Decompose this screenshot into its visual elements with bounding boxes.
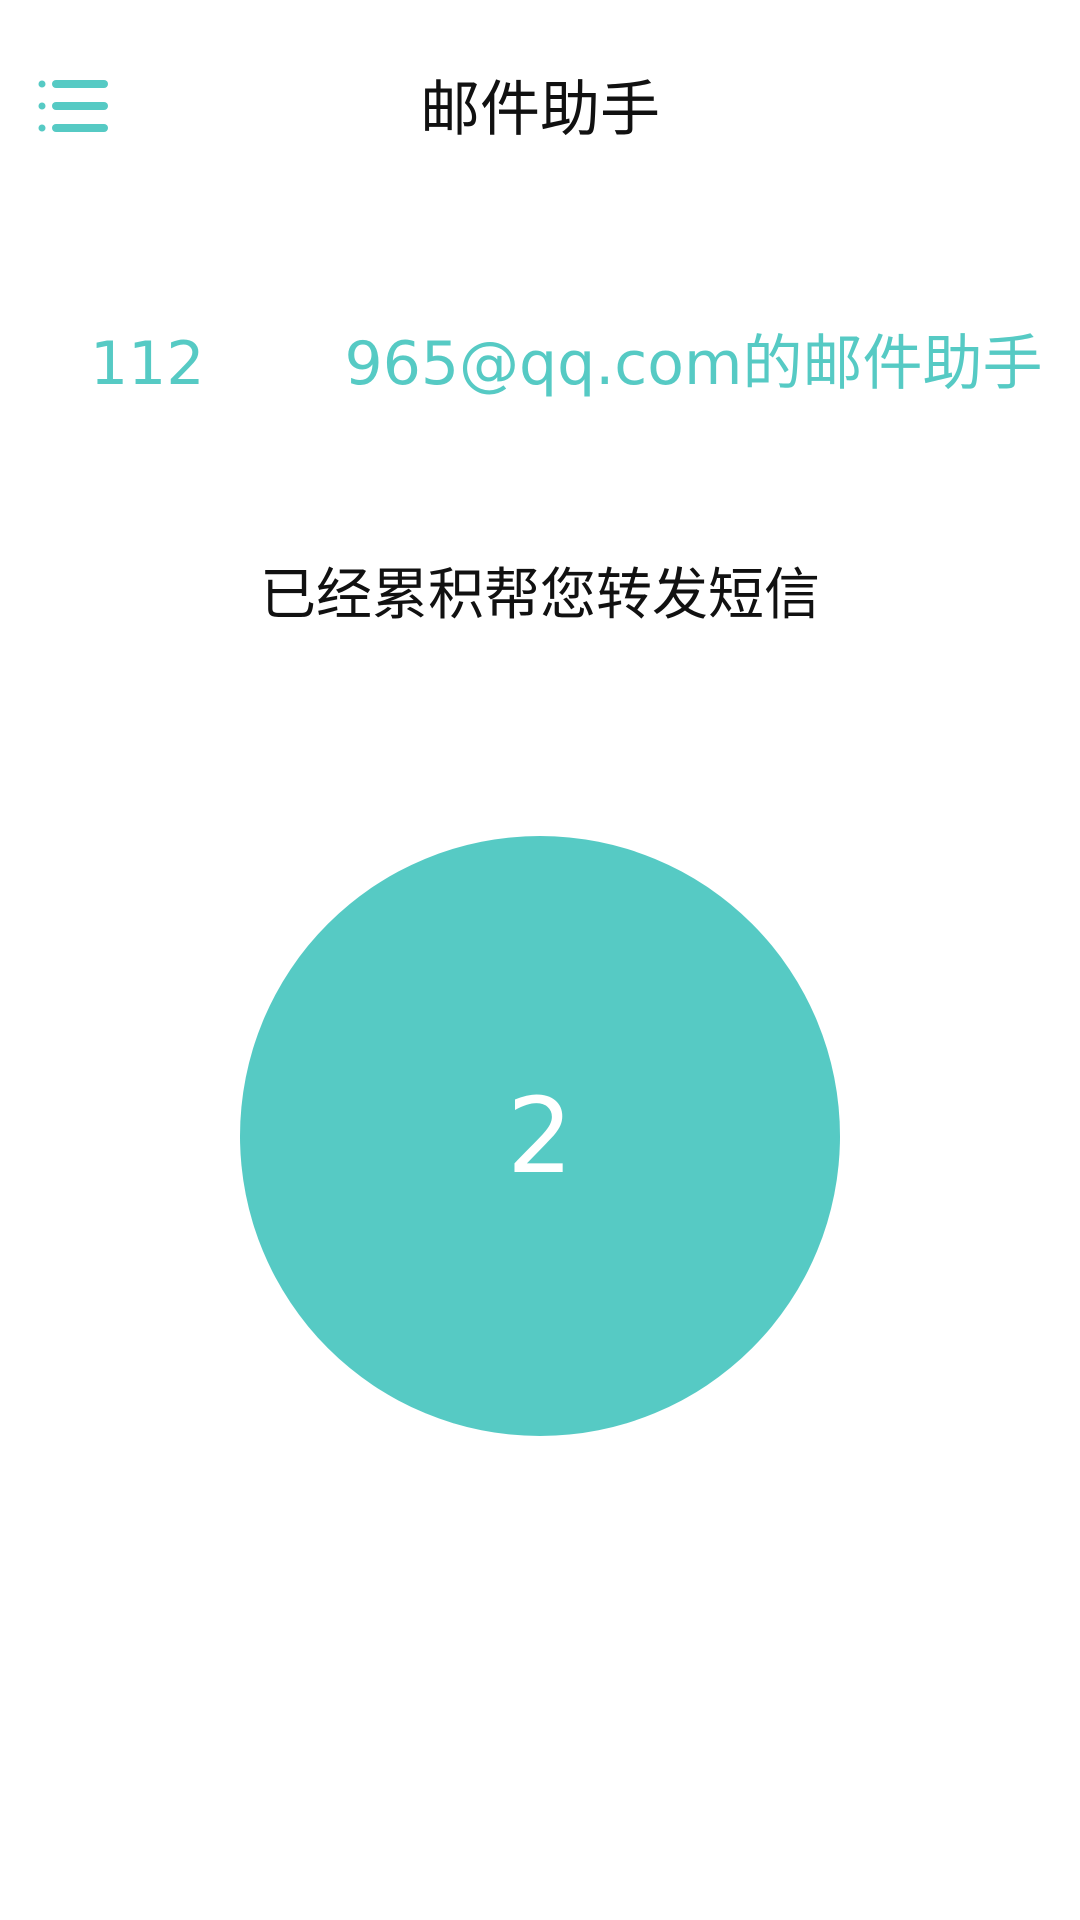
top-bar: 邮件助手	[0, 0, 1080, 210]
account-email-line: 112 965@qq.com的邮件助手	[90, 324, 1050, 404]
forward-count-value: 2	[506, 1075, 574, 1197]
account-suffix: 965@qq.com的邮件助手	[344, 329, 1043, 399]
page-title: 邮件助手	[420, 75, 660, 145]
mail-assistant-screen: 邮件助手 112 965@qq.com的邮件助手 已经累积帮您转发短信 2	[0, 0, 1080, 1920]
forward-count-label: 已经累积帮您转发短信	[260, 563, 820, 628]
account-prefix: 112	[90, 329, 205, 399]
forward-count-circle: 2	[240, 836, 840, 1436]
